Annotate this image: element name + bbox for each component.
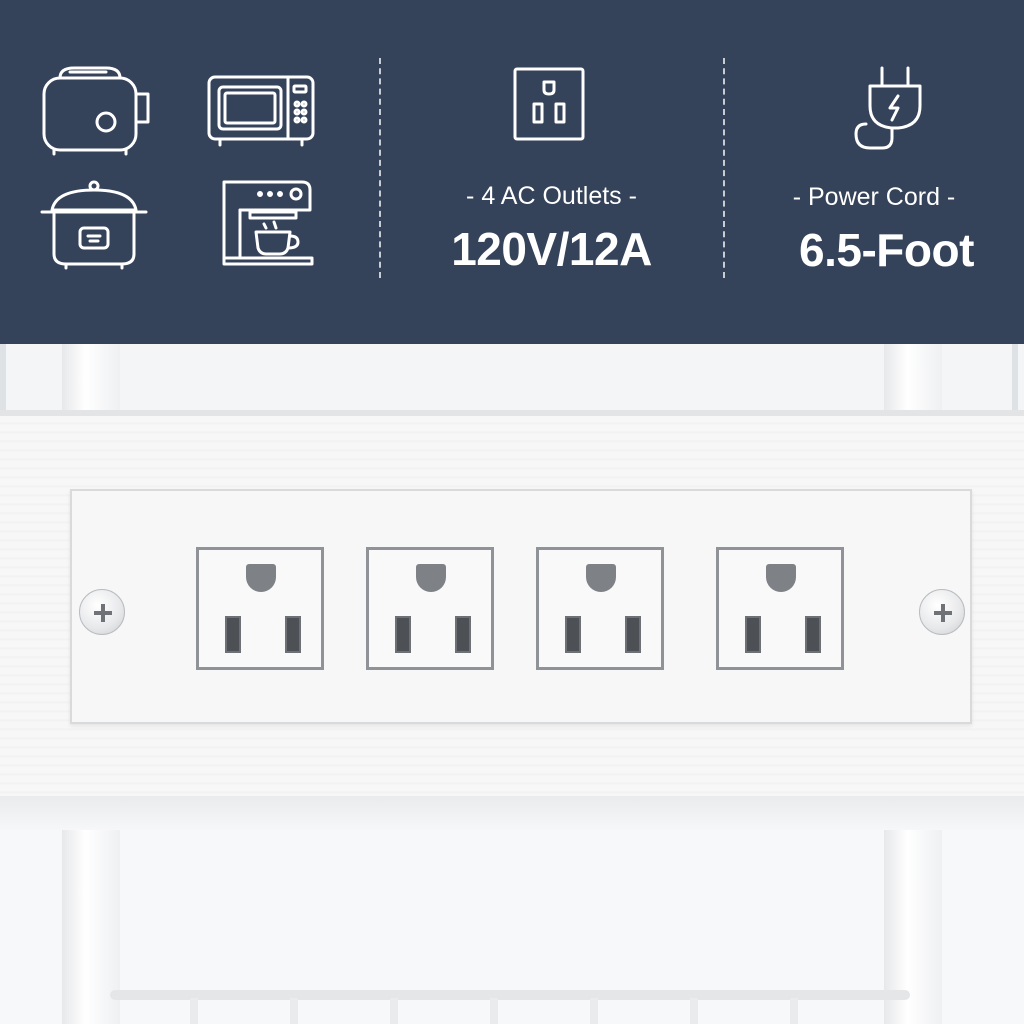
power-plug-icon	[848, 64, 928, 154]
ac-outlet	[196, 547, 324, 670]
microwave-icon	[206, 74, 316, 148]
cord-caption: - Power Cord -	[792, 183, 956, 211]
cord-length: 6.5-Foot	[799, 224, 974, 276]
shelf-board-edge	[0, 796, 1024, 830]
screw-icon	[919, 589, 965, 635]
outlets-rating: 120V/12A	[451, 223, 652, 275]
feature-banner: - 4 AC Outlets - 120V/12A - Power Cord -…	[0, 0, 1024, 344]
ac-outlet	[536, 547, 664, 670]
rice-cooker-icon	[38, 178, 150, 270]
ac-outlet	[716, 547, 844, 670]
screw-icon	[79, 589, 125, 635]
ac-outlet	[366, 547, 494, 670]
outlet-icon	[512, 66, 586, 142]
wire-basket	[110, 990, 910, 1024]
toaster-icon	[40, 64, 156, 156]
coffee-maker-icon	[220, 178, 316, 270]
outlets-caption: - 4 AC Outlets -	[466, 182, 637, 210]
